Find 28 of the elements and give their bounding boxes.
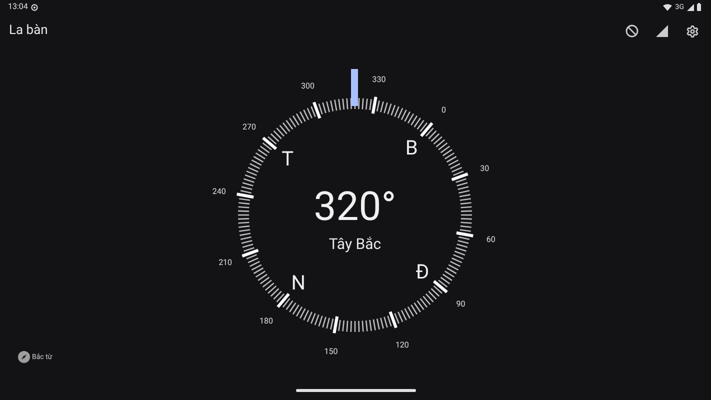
dial-label: 90 (456, 300, 466, 309)
dial-label: 270 (242, 122, 256, 132)
dial-label: 300 (301, 81, 315, 90)
cardinal-label: T (282, 146, 294, 170)
settings-icon (686, 24, 698, 38)
dial-label: 240 (212, 187, 226, 196)
dial-label: 30 (480, 164, 490, 173)
cardinal-label: B (405, 136, 418, 160)
dial-label: 330 (372, 75, 386, 84)
heading-direction: Tây Bắc (328, 235, 382, 253)
status-time: 13:04 (8, 1, 28, 13)
battery-icon (697, 3, 701, 11)
dial-label: 210 (218, 258, 232, 268)
compass-icon (18, 351, 30, 363)
dial-label: 120 (395, 340, 409, 350)
signal-icon (687, 4, 694, 10)
heading-degrees: 320° (314, 183, 396, 230)
heading-indicator (351, 69, 358, 106)
signal-icon (656, 25, 668, 37)
notification-icon (30, 4, 38, 10)
wifi-icon (663, 4, 672, 10)
cardinal-label: N (291, 270, 306, 294)
app-title: La bàn (9, 22, 48, 40)
dial-label: 60 (486, 234, 496, 244)
dial-label: 0 (441, 105, 446, 114)
dial-label: 180 (260, 316, 274, 326)
cardinal-label: Đ (416, 260, 430, 284)
dial-label: 150 (324, 346, 338, 356)
